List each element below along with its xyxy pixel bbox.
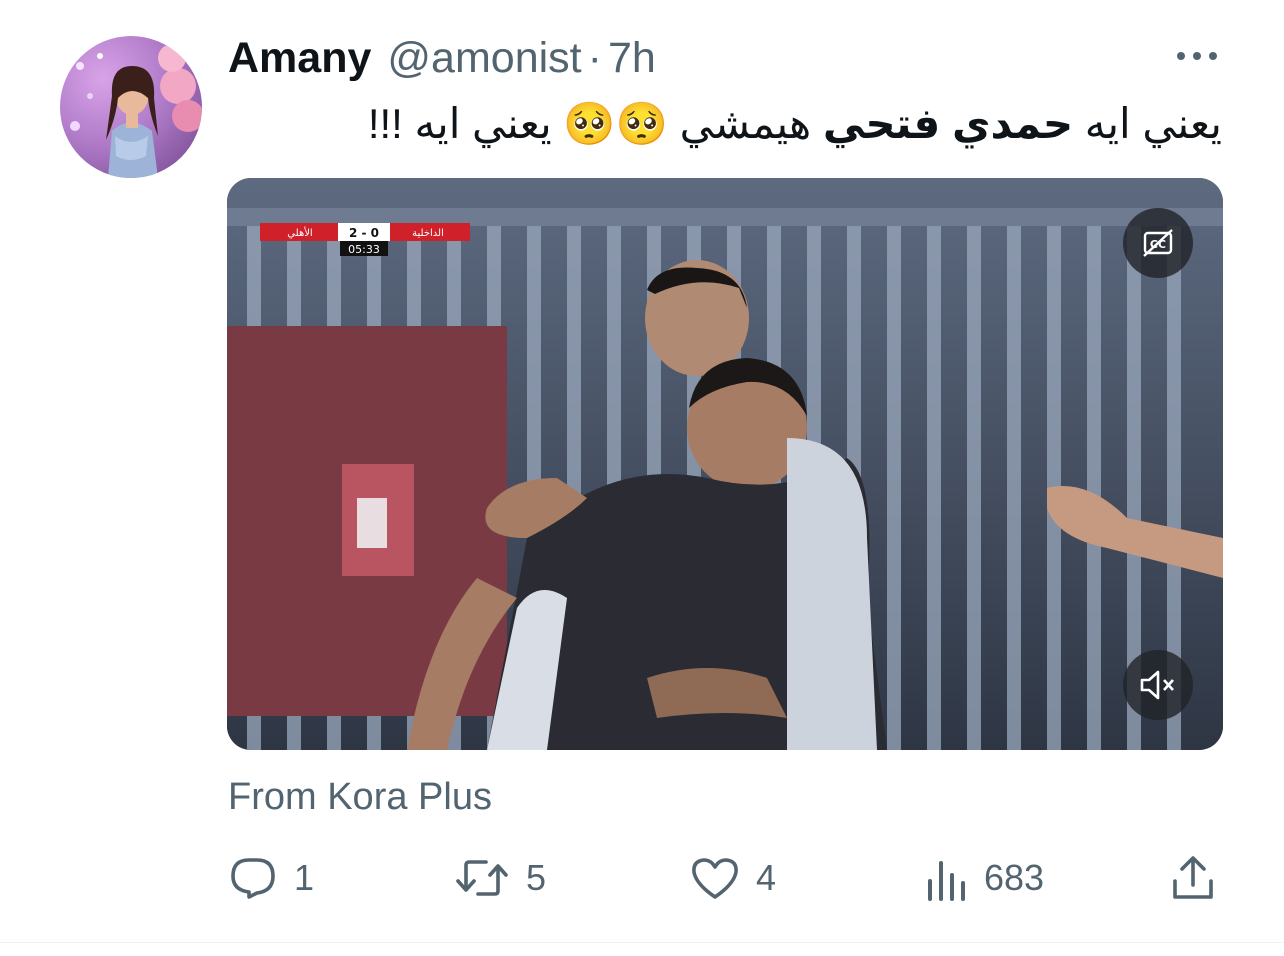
avatar-image <box>60 36 202 178</box>
tweet-divider <box>0 942 1284 943</box>
tweet-actions-bar: 1 5 4 683 <box>0 848 1284 908</box>
mute-button[interactable] <box>1123 650 1193 720</box>
retweet-button[interactable]: 5 <box>454 848 546 908</box>
video-frame <box>227 178 1223 750</box>
reply-icon <box>231 858 275 899</box>
share-icon <box>1173 856 1213 899</box>
scoreboard-overlay: الأهلي الداخلية 2 - 0 05:33 <box>260 223 470 256</box>
views-chart-icon <box>928 861 965 901</box>
tweet-header: Amany @amonist · 7h <box>228 30 656 86</box>
tweet-text-part3: يعني ايه !!! <box>367 100 564 147</box>
heart-icon <box>692 858 738 899</box>
reply-button[interactable]: 1 <box>228 848 314 908</box>
team-right-name: الداخلية <box>412 228 444 239</box>
video-player[interactable]: الأهلي الداخلية 2 - 0 05:33 CC <box>227 178 1223 750</box>
pleading-face-emoji: 🥺🥺 <box>563 100 668 147</box>
separator-dot: · <box>587 33 602 82</box>
tweet-text-part2: هيمشي <box>667 100 823 147</box>
team-left-name: الأهلي <box>287 226 312 239</box>
like-button[interactable]: 4 <box>690 848 776 908</box>
share-button[interactable] <box>1170 848 1216 908</box>
closed-captions-off-icon: CC <box>1143 229 1173 257</box>
retweet-icon <box>456 860 508 896</box>
author-name[interactable]: Amany <box>228 34 371 83</box>
author-handle[interactable]: @amonist <box>387 34 581 83</box>
tweet-text-bold: حمدي فتحي <box>822 100 1074 147</box>
score-text: 2 - 0 <box>349 226 379 240</box>
muted-speaker-icon <box>1140 670 1174 700</box>
more-options-icon[interactable] <box>1172 36 1222 76</box>
tweet-text-part1: يعني ايه <box>1073 100 1222 147</box>
like-count: 4 <box>756 857 777 898</box>
video-source-attribution[interactable]: From Kora Plus <box>228 776 492 819</box>
tweet-text: يعني ايه حمدي فتحي هيمشي 🥺🥺 يعني ايه !!! <box>300 92 1222 156</box>
views-count: 683 <box>984 857 1045 898</box>
captions-button[interactable]: CC <box>1123 208 1193 278</box>
author-avatar[interactable] <box>60 36 202 178</box>
views-button[interactable]: 683 <box>924 848 1044 908</box>
reply-count: 1 <box>294 857 315 898</box>
tweet-timestamp[interactable]: 7h <box>608 34 656 83</box>
clock-text: 05:33 <box>348 243 380 256</box>
retweet-count: 5 <box>526 857 547 898</box>
